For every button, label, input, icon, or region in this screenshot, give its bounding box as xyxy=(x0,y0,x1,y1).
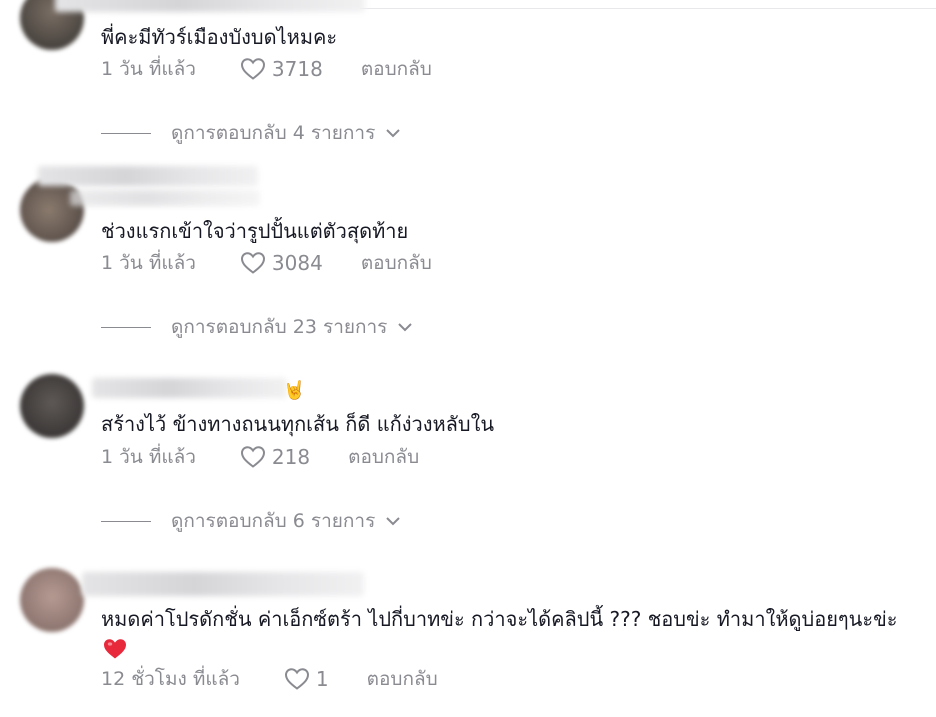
view-replies-label: ดูการตอบกลับ 4 รายการ xyxy=(171,122,376,144)
comment-meta: 1 วัน ที่แล้ว 3084 ตอบกลับ xyxy=(101,249,432,277)
avatar[interactable] xyxy=(20,374,84,438)
replies-divider xyxy=(101,520,151,522)
comment-text: หมดค่าโปรดักชั่น ค่าเอ็กซ์ตร้า ไปกี่บาทข… xyxy=(101,607,898,631)
like-count: 1 xyxy=(315,667,329,691)
comment-text: ช่วงแรกเข้าใจว่ารูปปั้นแต่ตัวสุดท้าย xyxy=(101,219,409,243)
avatar[interactable] xyxy=(20,568,84,632)
like-button[interactable]: 218 xyxy=(240,445,310,469)
heart-outline-icon xyxy=(240,57,266,81)
divider xyxy=(360,8,936,9)
like-count: 218 xyxy=(271,445,311,469)
reply-button[interactable]: ตอบกลับ xyxy=(367,664,438,694)
reply-button[interactable]: ตอบกลับ xyxy=(361,248,432,278)
chevron-down-icon xyxy=(385,128,401,138)
comment-time: 1 วัน ที่แล้ว xyxy=(101,58,196,80)
comment-time: 12 ชั่วโมง ที่แล้ว xyxy=(101,668,240,690)
username-blurred[interactable] xyxy=(55,0,365,12)
chevron-down-icon xyxy=(385,516,401,526)
username-blurred[interactable] xyxy=(38,166,258,186)
reply-button[interactable]: ตอบกลับ xyxy=(348,442,419,472)
like-count: 3718 xyxy=(271,57,323,81)
avatar[interactable] xyxy=(20,178,84,242)
replies-divider xyxy=(101,326,151,328)
like-button[interactable]: 1 xyxy=(284,667,329,691)
comment-meta: 1 วัน ที่แล้ว 3718 ตอบกลับ xyxy=(101,55,432,83)
view-replies-button[interactable]: ดูการตอบกลับ 4 รายการ xyxy=(101,118,401,148)
chevron-down-icon xyxy=(397,322,413,332)
comment-meta: 12 ชั่วโมง ที่แล้ว 1 ตอบกลับ xyxy=(101,665,438,693)
like-button[interactable]: 3718 xyxy=(240,57,323,81)
username-blurred[interactable] xyxy=(82,572,364,596)
heart-outline-icon xyxy=(240,445,266,469)
heart-emoji xyxy=(103,638,127,660)
heart-outline-icon xyxy=(240,251,266,275)
reply-button[interactable]: ตอบกลับ xyxy=(361,54,432,84)
view-replies-button[interactable]: ดูการตอบกลับ 6 รายการ xyxy=(101,506,401,536)
comment-text: สร้างไว้ ข้างทางถนนทุกเส้น ก็ดี แก้ง่วงห… xyxy=(101,412,495,436)
comment-time: 1 วัน ที่แล้ว xyxy=(101,446,196,468)
like-count: 3084 xyxy=(271,251,323,275)
view-replies-label: ดูการตอบกลับ 6 รายการ xyxy=(171,510,376,532)
like-button[interactable]: 3084 xyxy=(240,251,323,275)
username-blurred[interactable] xyxy=(92,378,287,398)
name-emoji: 🤘 xyxy=(283,380,306,401)
username-blurred xyxy=(70,190,260,206)
replies-divider xyxy=(101,132,151,134)
heart-outline-icon xyxy=(284,667,310,691)
view-replies-label: ดูการตอบกลับ 23 รายการ xyxy=(171,316,388,338)
comment-meta: 1 วัน ที่แล้ว 218 ตอบกลับ xyxy=(101,443,419,471)
comment-text: พี่คะมีทัวร์เมืองบังบดไหมคะ xyxy=(101,25,338,49)
comment-time: 1 วัน ที่แล้ว xyxy=(101,252,196,274)
view-replies-button[interactable]: ดูการตอบกลับ 23 รายการ xyxy=(101,312,413,342)
